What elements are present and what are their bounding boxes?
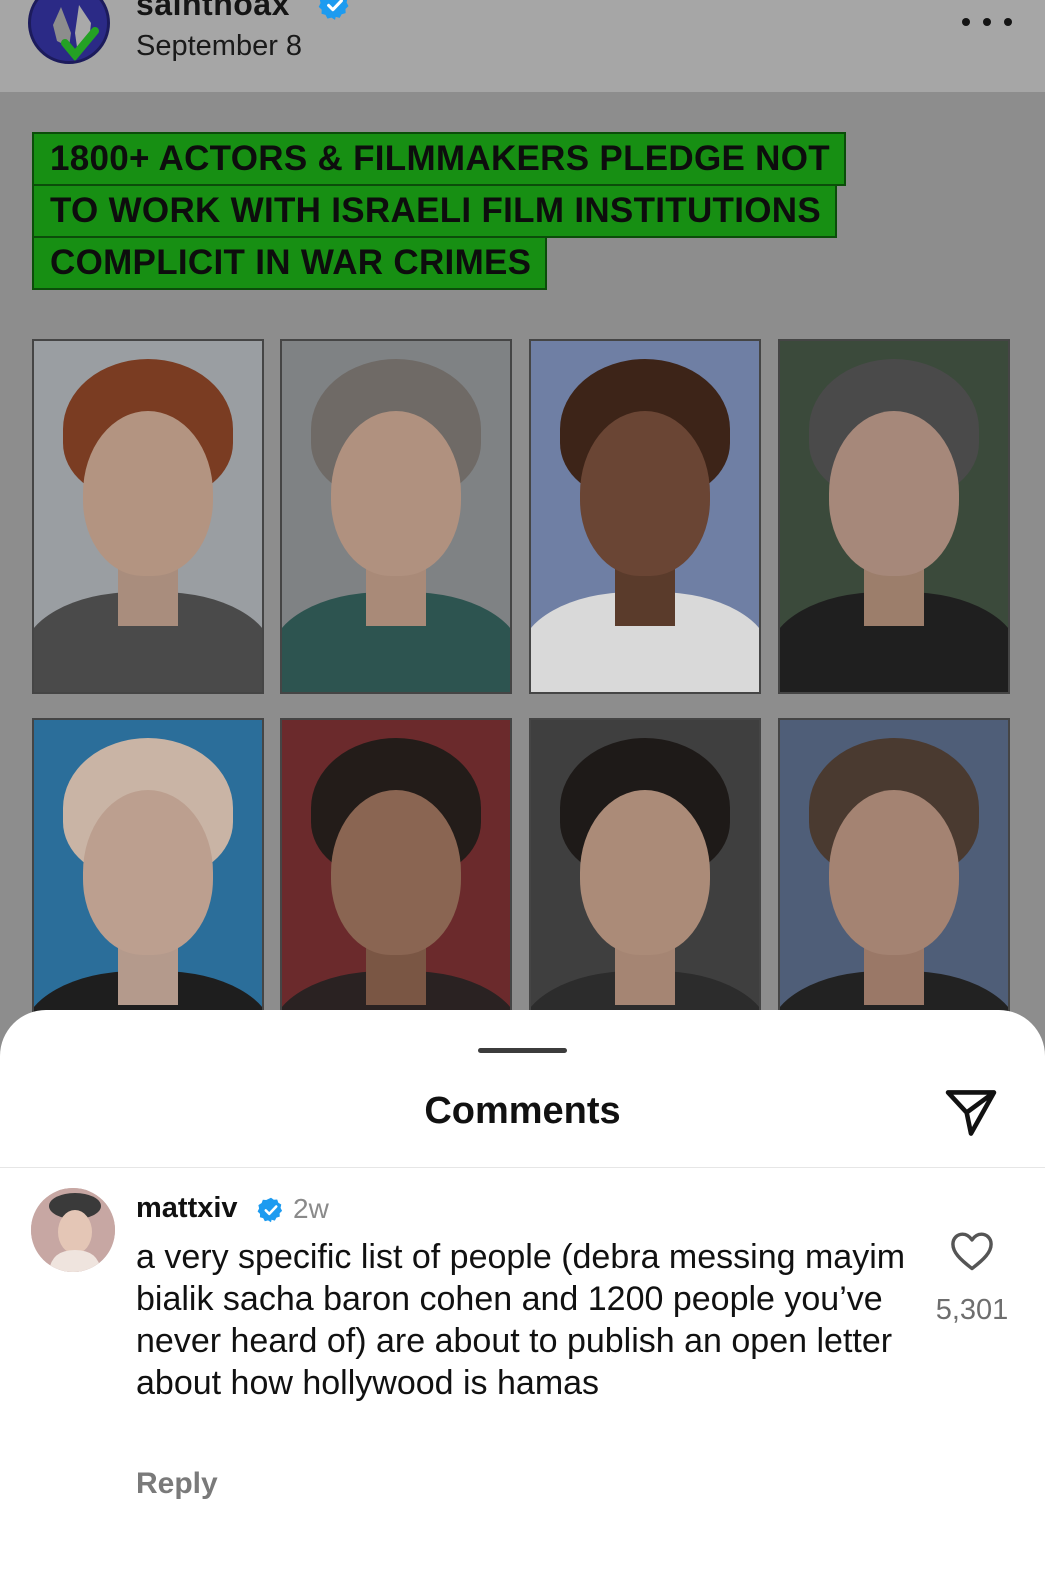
send-paper-plane-icon[interactable]	[942, 1084, 1000, 1142]
praying-hands-logo	[53, 5, 99, 61]
post-image[interactable]: 1800+ ACTORS & FILMMAKERS PLEDGE NOT TO …	[0, 92, 1045, 1092]
headline-banner: 1800+ ACTORS & FILMMAKERS PLEDGE NOT TO …	[32, 132, 1000, 290]
portrait-photo	[32, 339, 264, 694]
sheet-drag-handle[interactable]	[478, 1048, 567, 1053]
comments-title: Comments	[424, 1090, 621, 1132]
avatar-image	[31, 1188, 115, 1272]
commenter-username[interactable]: mattxiv	[136, 1192, 238, 1225]
comments-sheet: Comments mattxiv 2w a very specific list…	[0, 1010, 1045, 1570]
headline-line-2: TO WORK WITH ISRAELI FILM INSTITUTIONS	[32, 186, 837, 238]
author-avatar[interactable]	[28, 0, 110, 64]
reply-button[interactable]: Reply	[136, 1467, 218, 1501]
commenter-avatar[interactable]	[31, 1188, 115, 1272]
comment-timestamp: 2w	[293, 1193, 329, 1224]
like-count: 5,301	[935, 1294, 1009, 1326]
divider	[0, 1167, 1045, 1168]
heart-outline-icon[interactable]	[949, 1230, 995, 1272]
portrait-photo	[778, 339, 1010, 694]
post-username[interactable]: saintnoax	[136, 0, 290, 23]
portrait-photo	[529, 339, 761, 694]
more-options-icon[interactable]	[962, 16, 1012, 28]
post-date: September 8	[136, 30, 303, 62]
headline-line-3: COMPLICIT IN WAR CRIMES	[32, 238, 548, 290]
headline-line-1: 1800+ ACTORS & FILMMAKERS PLEDGE NOT	[32, 132, 846, 186]
portrait-photo	[280, 339, 512, 694]
verified-badge-icon	[318, 0, 349, 20]
verified-badge-icon	[257, 1197, 283, 1223]
comment-text: a very specific list of people (debra me…	[136, 1238, 906, 1402]
post-header: saintnoax September 8	[0, 0, 1045, 92]
